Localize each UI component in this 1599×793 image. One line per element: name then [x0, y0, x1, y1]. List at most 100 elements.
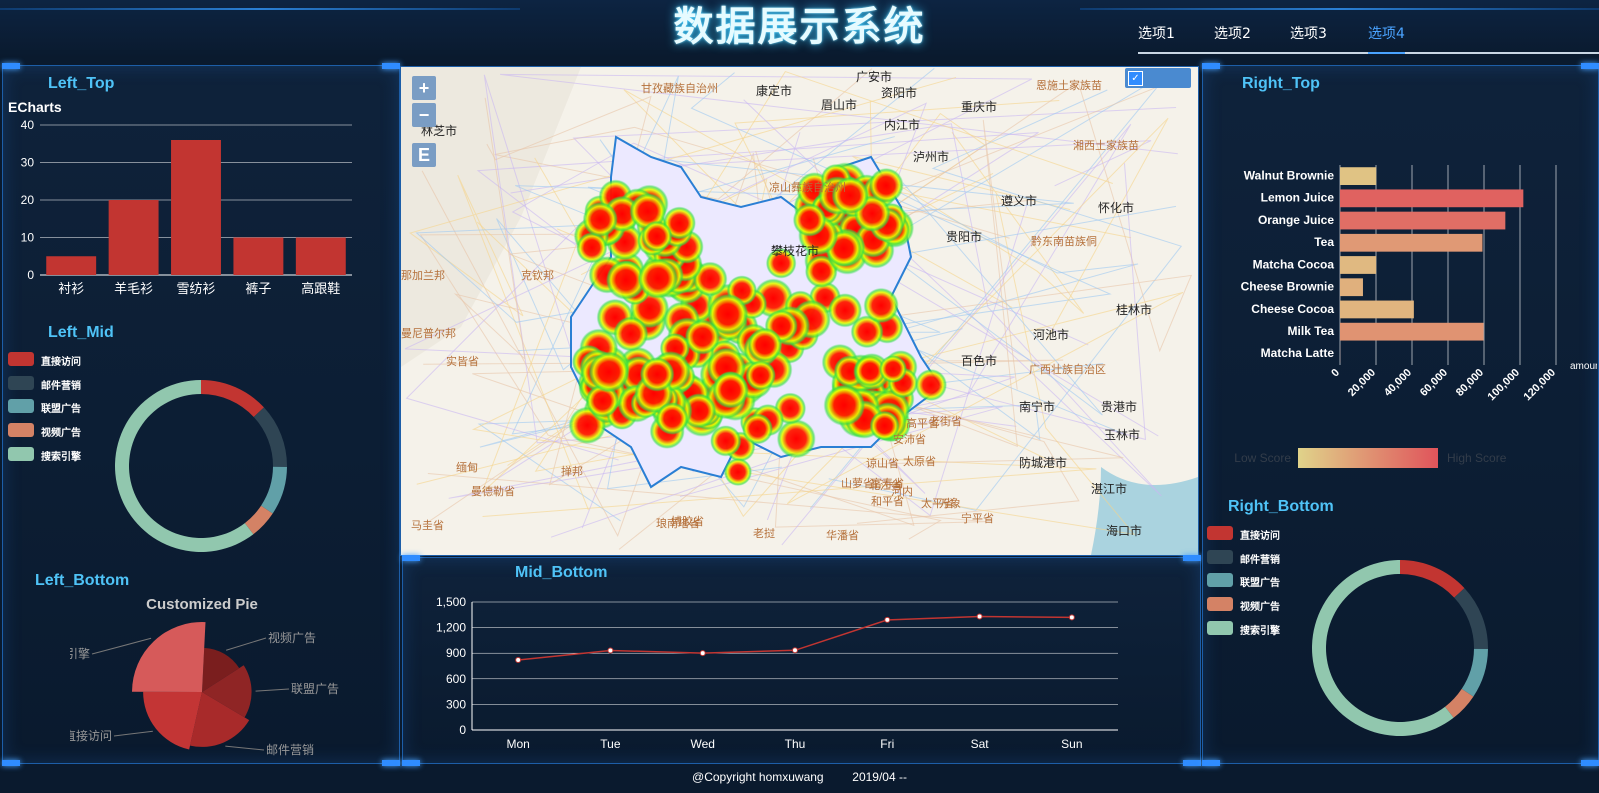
x-tick-label: 120,000 — [1522, 367, 1559, 404]
legend-swatch — [8, 399, 34, 414]
tab-option-3[interactable]: 选项3 — [1290, 23, 1327, 43]
legend-label: 邮件营销 — [41, 380, 81, 392]
legend-swatch — [8, 446, 34, 461]
visual-map-low-label: Low Score — [1234, 451, 1291, 465]
map-place-label: 华潘省 — [826, 528, 859, 542]
heat-point — [879, 355, 907, 383]
map-place-label: 谅山省 — [866, 456, 899, 470]
checkbox-icon[interactable]: ✓ — [1128, 71, 1143, 86]
map-place-label: 康定市 — [756, 83, 792, 98]
export-button[interactable]: E — [412, 143, 436, 167]
slice-label: 视频广告 — [268, 630, 316, 645]
donut-slice — [253, 407, 287, 467]
bar — [1340, 256, 1377, 274]
donut-slice — [1461, 648, 1488, 697]
heat-point — [712, 371, 749, 409]
map-place-label: 内江市 — [884, 117, 920, 132]
map-place-label: 马圭省 — [411, 519, 444, 532]
axis-label: amount — [1570, 361, 1597, 372]
map-place-label: 掸邦 — [561, 464, 583, 478]
legend-label: 搜索引擎 — [1240, 625, 1280, 637]
legend-swatch — [1207, 620, 1233, 635]
bar — [1340, 233, 1483, 252]
map-place-label: 河内 — [891, 484, 913, 498]
tab-option-4[interactable]: 选项4 — [1368, 23, 1405, 54]
bar — [1340, 189, 1524, 208]
data-point — [1068, 614, 1075, 621]
map-place-label: 广安市 — [856, 69, 892, 84]
tab-option-1[interactable]: 选项1 — [1138, 23, 1175, 43]
data-point — [515, 657, 522, 664]
map-place-label: 凉山彝族自治州 — [769, 180, 846, 194]
legend-swatch — [8, 423, 34, 438]
bar — [108, 200, 159, 275]
heat-point — [641, 220, 673, 252]
y-category-label: Milk Tea — [1288, 324, 1335, 338]
map-place-label: 湛江市 — [1091, 481, 1127, 496]
y-tick-label: 10 — [21, 231, 35, 245]
y-category-label: Orange Juice — [1258, 213, 1334, 227]
donut-slice — [114, 380, 254, 552]
label-line — [91, 637, 152, 655]
y-category-label: Matcha Cocoa — [1253, 257, 1335, 271]
map-place-label: 太原省 — [903, 455, 936, 468]
map-place-label: 遵义市 — [1001, 193, 1037, 208]
heat-point — [582, 201, 618, 238]
donut-slice — [201, 380, 264, 417]
y-category-label: Cheese Brownie — [1241, 280, 1335, 294]
map-place-label: 万象 — [939, 497, 961, 510]
mid-bottom-line-chart: 0 300 600 900 1,200 1,500 Mon Tue Wed Thu Fri Sat Su… — [436, 595, 1118, 751]
zoom-in-button[interactable]: + — [412, 76, 436, 100]
map-place-label: 贵港市 — [1101, 399, 1137, 414]
y-tick-label: 30 — [21, 156, 35, 170]
legend-swatch — [1207, 597, 1233, 612]
heat-map[interactable]: 甘孜藏族自治州 康定市 眉山市 资阳市 广安市 重庆市 恩施土家族苗 内江市 泸州市 林芝市 湘西土… — [400, 66, 1199, 556]
layer-toggle[interactable]: ✓ — [1125, 68, 1191, 88]
map-place-label: 实皆省 — [446, 354, 479, 368]
map-place-label: 玉林市 — [1104, 427, 1140, 442]
legend-label: 联盟广告 — [1240, 578, 1280, 590]
right-top-hbar-chart: 0 20,000 40,000 60,000 80,000 100,000 120,000 a… — [1234, 165, 1597, 468]
footer-copyright: @Copyright homxuwang — [692, 770, 824, 784]
heat-point — [588, 351, 630, 393]
heat-point — [724, 458, 752, 486]
x-tick-label: Fri — [880, 737, 894, 751]
right-top-title: Right_Top — [1242, 75, 1320, 92]
donut-slice — [1454, 588, 1488, 649]
label-line — [113, 730, 153, 737]
map-place-label: 百色市 — [961, 353, 997, 368]
bar — [46, 256, 97, 275]
slice-label: 搜索引擎 — [70, 646, 90, 661]
heat-point — [823, 384, 866, 427]
y-tick-label: 1,500 — [436, 595, 466, 609]
map-place-label: 广西壮族自治区 — [1029, 362, 1106, 376]
bar — [171, 140, 221, 275]
x-tick-label: 雪纺衫 — [176, 281, 215, 296]
tab-option-2[interactable]: 选项2 — [1214, 23, 1251, 43]
x-tick-label: Thu — [785, 737, 806, 751]
zoom-out-button[interactable]: − — [412, 103, 436, 127]
x-tick-label: 60,000 — [1418, 367, 1450, 399]
y-category-label: Matcha Latte — [1261, 346, 1335, 360]
x-tick-label: Wed — [690, 737, 714, 751]
x-tick-label: 100,000 — [1486, 367, 1523, 404]
visual-map-high-label: High Score — [1447, 451, 1507, 465]
y-tick-label: 20 — [21, 193, 35, 207]
donut-slice — [1400, 560, 1465, 598]
legend-label: 直接访问 — [41, 357, 81, 368]
x-tick-label: 裤子 — [245, 281, 271, 296]
x-tick-label: Mon — [506, 737, 529, 751]
map-place-label: 海口市 — [1106, 523, 1142, 538]
bar — [233, 237, 284, 275]
chart-title: Customized Pie — [146, 596, 258, 613]
y-tick-label: 600 — [446, 672, 466, 686]
heat-point — [742, 413, 774, 445]
label-line — [226, 637, 267, 651]
heat-point — [637, 258, 679, 299]
map-place-label: 缅甸 — [456, 460, 478, 474]
map-place-label: 曼尼普尔邦 — [401, 326, 456, 340]
data-point — [976, 613, 983, 620]
data-point — [884, 616, 891, 623]
rose-slice — [132, 622, 206, 692]
x-tick-label: 衬衫 — [58, 281, 84, 296]
